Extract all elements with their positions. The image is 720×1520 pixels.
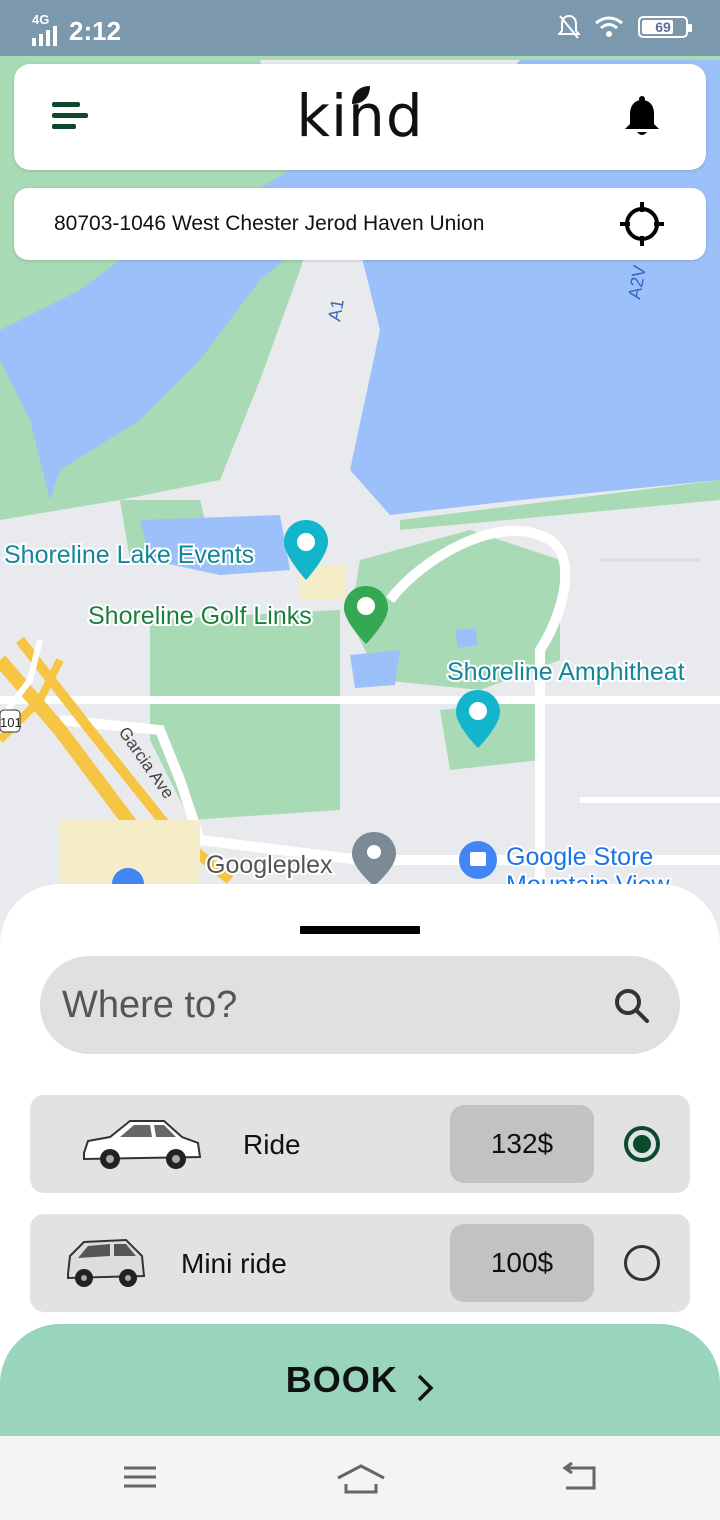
home-button[interactable] [336, 1462, 386, 1496]
sedan-car-icon [83, 1120, 202, 1169]
back-icon [562, 1461, 596, 1490]
battery-level: 69 [655, 19, 671, 35]
ride-option-label: Mini ride [181, 1248, 287, 1279]
notifications-button[interactable] [622, 96, 662, 138]
battery-icon: 69 [638, 16, 692, 38]
map-label-route-101: 101 [0, 715, 22, 730]
map-label-road-a1: A1 [324, 298, 348, 323]
ride-option-ride[interactable]: Ride 132$ [30, 1095, 690, 1193]
ride-radio-unselected[interactable] [624, 1245, 660, 1281]
ride-option-mini[interactable]: Mini ride 100$ [30, 1214, 690, 1312]
ride-option-label: Ride [243, 1129, 301, 1160]
wifi-icon [595, 16, 623, 37]
map-label-googleplex: Googleplex [206, 851, 333, 879]
clock: 2:12 [69, 16, 122, 46]
signal-icon [32, 24, 57, 46]
system-nav-bar [0, 1436, 720, 1520]
map-label-golf-links: Shoreline Golf Links [88, 602, 312, 630]
home-icon [337, 1464, 385, 1494]
recent-apps-button[interactable] [122, 1462, 162, 1496]
leaf-icon [352, 86, 370, 104]
book-button[interactable]: BOOK [0, 1324, 720, 1436]
destination-search[interactable] [40, 956, 680, 1054]
store-pin[interactable] [459, 841, 497, 879]
chevron-right-icon [417, 1374, 434, 1402]
network-type: 4G [32, 12, 50, 27]
sheet-drag-handle[interactable] [300, 926, 420, 934]
search-icon[interactable] [614, 988, 650, 1024]
ride-price: 132$ [450, 1105, 594, 1183]
notifications-off-icon [558, 14, 580, 39]
ride-price: 100$ [450, 1224, 594, 1302]
destination-input[interactable] [62, 956, 602, 1054]
app-header: kind [14, 64, 706, 170]
status-bar: 4G 2:12 69 [0, 0, 720, 56]
ride-radio-selected[interactable] [624, 1126, 660, 1162]
map-label-lake-events: Shoreline Lake Events [4, 541, 254, 569]
mini-car-icon [67, 1238, 146, 1287]
crosshair-icon [620, 202, 664, 246]
locate-me-button[interactable] [620, 202, 664, 246]
app-logo: kind [14, 82, 706, 150]
menu-lines-icon [124, 1466, 156, 1488]
back-button[interactable] [560, 1461, 600, 1496]
map-label-google-store: Google Store [506, 843, 653, 871]
current-address-bar[interactable]: 80703-1046 West Chester Jerod Haven Unio… [14, 188, 706, 260]
book-button-label: BOOK [285, 1359, 398, 1400]
current-address: 80703-1046 West Chester Jerod Haven Unio… [54, 212, 485, 235]
map-label-amphitheatre: Shoreline Amphitheat [447, 658, 685, 686]
bell-icon [625, 96, 659, 135]
